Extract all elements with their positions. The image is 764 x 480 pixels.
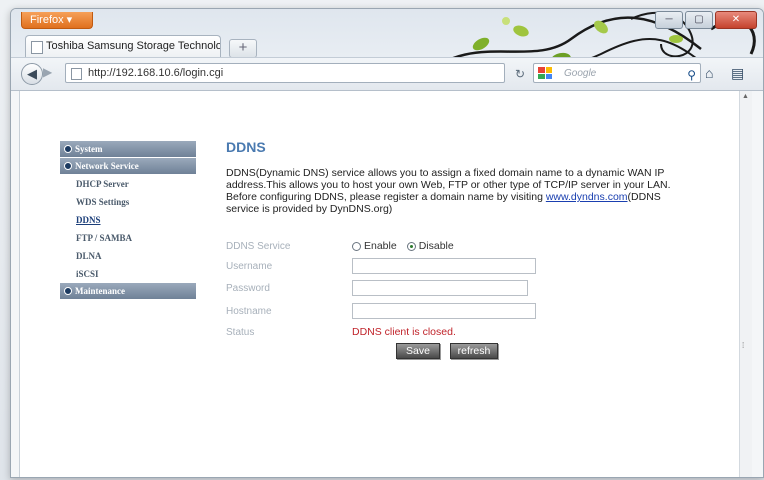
scroll-up-icon[interactable]: ▲: [742, 93, 749, 100]
page-description: DDNS(Dynamic DNS) service allows you to …: [226, 167, 686, 215]
hostname-row: Hostname: [226, 300, 686, 322]
bullet-icon: [64, 145, 72, 153]
sidebar-item-iscsi[interactable]: iSCSI: [60, 265, 196, 283]
ddns-service-label: DDNS Service: [226, 240, 291, 252]
sidebar-item-dhcp-server[interactable]: DHCP Server: [60, 175, 196, 193]
vertical-scrollbar[interactable]: ▲ ⁞: [739, 91, 752, 477]
disable-radio[interactable]: Disable: [406, 240, 454, 252]
forward-arrow-icon: ▶: [43, 65, 53, 79]
scroll-thumb[interactable]: ⁞: [742, 341, 748, 355]
bookmarks-menu-icon[interactable]: ▤: [731, 65, 744, 82]
page-icon: [31, 41, 43, 54]
google-icon: [538, 67, 552, 79]
new-tab-button[interactable]: +: [229, 39, 257, 58]
sidebar-item-dlna[interactable]: DLNA: [60, 247, 196, 265]
plus-icon: +: [238, 39, 248, 56]
save-button[interactable]: Save: [396, 343, 440, 359]
hostname-label: Hostname: [226, 305, 272, 317]
bullet-icon: [64, 162, 72, 170]
back-arrow-icon: ◀: [27, 66, 37, 81]
firefox-menu-label: Firefox: [30, 14, 64, 26]
search-placeholder: Google: [564, 68, 597, 79]
url-text: http://192.168.10.6/login.cgi: [88, 67, 224, 79]
radio-unchecked-icon: [352, 241, 361, 251]
password-label: Password: [226, 282, 270, 294]
forward-button[interactable]: ▶: [43, 65, 52, 79]
home-icon[interactable]: ⌂: [705, 65, 713, 81]
url-bar[interactable]: http://192.168.10.6/login.cgi: [65, 63, 505, 83]
sidebar-section-system[interactable]: System: [60, 141, 196, 157]
status-label: Status: [226, 326, 255, 338]
password-input[interactable]: [352, 280, 528, 296]
sidebar-section-network-service[interactable]: Network Service: [60, 158, 196, 174]
status-row: Status DDNS client is closed.: [226, 321, 686, 343]
minimize-button[interactable]: ─: [655, 11, 683, 29]
sidebar-section-label: System: [75, 144, 103, 154]
sidebar-section-maintenance[interactable]: Maintenance: [60, 283, 196, 299]
username-input[interactable]: [352, 258, 536, 274]
browser-tab[interactable]: Toshiba Samsung Storage Technology: [25, 35, 221, 57]
search-input[interactable]: Google ⚲: [533, 63, 701, 83]
back-button[interactable]: ◀: [21, 63, 43, 85]
firefox-menu-button[interactable]: Firefox ▾: [21, 12, 93, 29]
radio-checked-icon: [406, 241, 416, 251]
browser-titlebar: Firefox ▾ ─ ▢ ✕ Toshiba Samsung Storage …: [11, 9, 763, 91]
disable-label: Disable: [418, 240, 454, 252]
enable-radio[interactable]: Enable: [352, 240, 397, 252]
page-content: ▲ ⁞ System Network Service DHCP Server W…: [19, 91, 752, 477]
sidebar-item-ftp-samba[interactable]: FTP / SAMBA: [60, 229, 196, 247]
sidebar-item-ddns[interactable]: DDNS: [60, 211, 196, 229]
tab-title: Toshiba Samsung Storage Technology: [46, 40, 221, 52]
sidebar-item-wds-settings[interactable]: WDS Settings: [60, 193, 196, 211]
main-panel: DDNS DDNS(Dynamic DNS) service allows yo…: [226, 139, 686, 359]
browser-window: Firefox ▾ ─ ▢ ✕ Toshiba Samsung Storage …: [10, 8, 764, 478]
ddns-service-row: DDNS Service Enable Disable: [226, 235, 686, 257]
password-row: Password: [226, 277, 686, 299]
page-title: DDNS: [226, 139, 266, 155]
reload-icon[interactable]: ↻: [515, 67, 525, 81]
sidebar-menu: System Network Service DHCP Server WDS S…: [60, 141, 196, 300]
hostname-input[interactable]: [352, 303, 536, 319]
username-row: Username: [226, 255, 686, 277]
enable-label: Enable: [364, 240, 397, 252]
sidebar-section-label: Network Service: [75, 161, 139, 171]
window-controls: ─ ▢ ✕: [655, 11, 757, 29]
page-icon: [71, 68, 82, 80]
bullet-icon: [64, 287, 72, 295]
refresh-button[interactable]: refresh: [450, 343, 498, 359]
search-icon[interactable]: ⚲: [687, 66, 696, 85]
sidebar-section-label: Maintenance: [75, 286, 125, 296]
close-button[interactable]: ✕: [715, 11, 757, 29]
status-value: DDNS client is closed.: [352, 326, 456, 338]
username-label: Username: [226, 260, 273, 272]
navigation-toolbar: ◀ ▶ http://192.168.10.6/login.cgi ↻ Goog…: [11, 57, 763, 91]
dyndns-link[interactable]: www.dyndns.com: [546, 191, 628, 203]
maximize-button[interactable]: ▢: [685, 11, 713, 29]
